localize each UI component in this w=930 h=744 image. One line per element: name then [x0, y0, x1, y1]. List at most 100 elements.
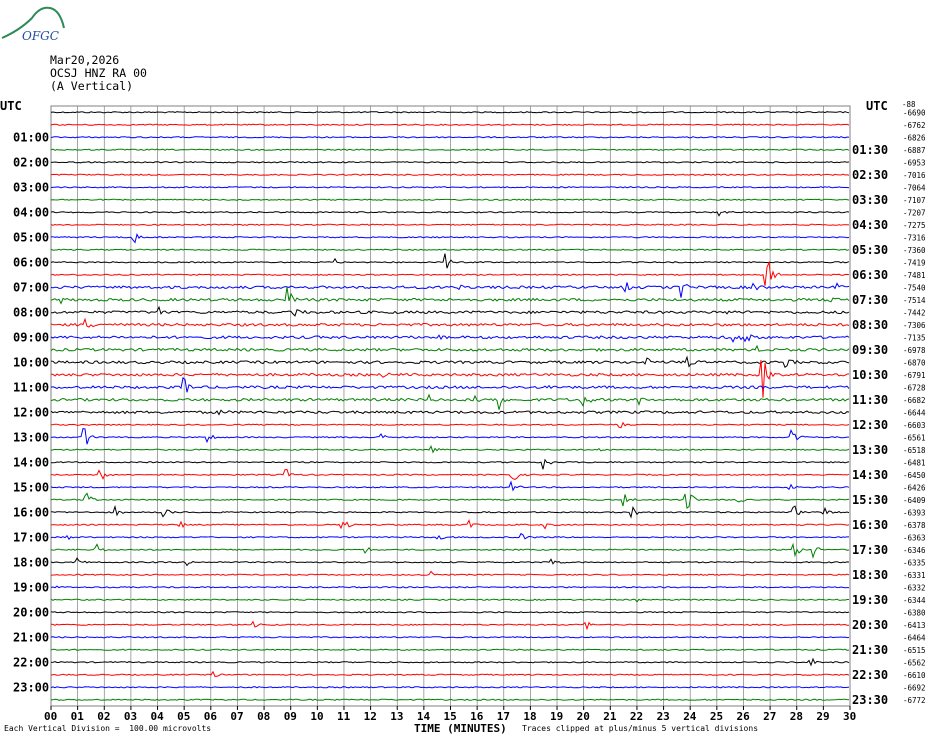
row-offset-label: -6380: [903, 608, 926, 617]
row-offset-label: -6378: [903, 521, 926, 530]
row-offset-label: -7275: [903, 221, 926, 230]
trace-line: [50, 636, 850, 639]
trace-line: [50, 136, 850, 139]
row-offset-label: -6426: [903, 483, 926, 492]
trace-line: [50, 287, 850, 305]
row-offset-label: -7419: [903, 258, 926, 267]
x-tick-label: 00: [44, 710, 57, 723]
row-offset-label: -6363: [903, 533, 926, 542]
x-tick-label: 30: [843, 710, 856, 723]
row-offset-label: -7306: [903, 321, 926, 330]
trace-line: [50, 344, 850, 352]
trace-line: [50, 253, 850, 269]
left-hour-label: 21:00: [13, 630, 49, 644]
x-tick-label: 26: [736, 710, 750, 723]
trace-line: [50, 557, 850, 567]
x-tick-label: 21: [603, 710, 617, 723]
right-hour-label: 13:30: [852, 443, 888, 457]
x-tick-label: 10: [310, 710, 323, 723]
row-offset-label: -6481: [903, 458, 926, 467]
trace-line: [50, 648, 850, 651]
right-hour-label: 17:30: [852, 543, 888, 557]
row-offset-label: -6393: [903, 508, 926, 517]
x-tick-label: 25: [710, 710, 723, 723]
right-hour-label: 12:30: [852, 418, 888, 432]
x-tick-label: 27: [763, 710, 776, 723]
x-tick-label: 29: [816, 710, 829, 723]
right-hour-label: 22:30: [852, 668, 888, 682]
left-hour-label: 02:00: [13, 155, 49, 169]
trace-line: [50, 393, 850, 410]
row-offset-label: -6409: [903, 496, 926, 505]
trace-line: [50, 492, 850, 510]
x-tick-label: 04: [151, 710, 165, 723]
right-hour-label: 05:30: [852, 243, 888, 257]
trace-line: [50, 282, 850, 298]
right-hour-label: 16:30: [852, 518, 888, 532]
right-utc-title: UTC: [866, 99, 888, 113]
left-hour-label: 22:00: [13, 655, 49, 669]
trace-line: [51, 305, 850, 317]
helicorder-plot: UTC UTC -88 01:0002:0003:0004:0005:0006:…: [0, 99, 926, 723]
row-offset-label: -6332: [903, 583, 926, 592]
row-offset-label: -7481: [903, 271, 926, 280]
row-offset-label: -7135: [903, 333, 926, 342]
row-offset-label: -6644: [903, 408, 926, 417]
trace-line: [50, 598, 849, 603]
left-hour-label: 16:00: [13, 505, 49, 519]
row-offset-label: -6518: [903, 446, 926, 455]
left-hour-label: 08:00: [13, 305, 49, 319]
axis-labels: UTC UTC -88 01:0002:0003:0004:0005:0006:…: [0, 99, 926, 723]
row-offset-label: -7107: [903, 196, 926, 205]
trace-line: [50, 148, 850, 151]
row-offset-label: -6728: [903, 383, 926, 392]
row-offset-label: -6335: [903, 558, 926, 567]
left-hour-label: 23:00: [13, 680, 49, 694]
trace-line: [50, 519, 850, 530]
trace-line: [50, 376, 850, 393]
x-tick-label: 09: [284, 710, 297, 723]
trace-line: [50, 409, 850, 416]
seismic-traces: [50, 111, 850, 701]
trace-line: [50, 223, 850, 226]
row-offset-label: -6953: [903, 158, 926, 167]
trace-line: [50, 421, 850, 429]
trace-line: [50, 123, 850, 126]
trace-line: [50, 686, 850, 689]
trace-line: [50, 620, 850, 631]
x-tick-label: 08: [257, 710, 270, 723]
right-hour-label: 19:30: [852, 593, 888, 607]
trace-line: [50, 260, 850, 286]
clip-note: Traces clipped at plus/minus 5 vertical …: [522, 724, 759, 733]
scale-note: Each Vertical Division = 100.00 microvol…: [4, 724, 212, 733]
row-offset-label: -6610: [903, 671, 926, 680]
row-offset-label: -6344: [903, 596, 926, 605]
right-hour-label: 20:30: [852, 618, 888, 632]
x-tick-label: 03: [124, 710, 137, 723]
left-hour-label: 03:00: [13, 180, 49, 194]
left-hour-label: 06:00: [13, 255, 49, 269]
right-hour-label: 07:30: [852, 293, 888, 307]
row-offset-label: -6603: [903, 421, 926, 430]
row-offset-label: -6682: [903, 396, 926, 405]
row-offset-label: -6692: [903, 683, 926, 692]
row-offset-label: -6887: [903, 146, 926, 155]
left-hour-label: 04:00: [13, 205, 49, 219]
right-hour-label: 01:30: [852, 143, 888, 157]
x-tick-label: 12: [364, 710, 377, 723]
row-offset-label: -6562: [903, 658, 926, 667]
row-offset-label: -6464: [903, 633, 926, 642]
x-axis-title: TIME (MINUTES): [414, 722, 507, 735]
x-tick-label: 20: [577, 710, 590, 723]
row-offset-label: -6515: [903, 646, 926, 655]
row-offset-label: -6346: [903, 546, 926, 555]
right-hour-label: 15:30: [852, 493, 888, 507]
trace-line: [50, 445, 850, 454]
trace-line: [50, 360, 850, 398]
right-hour-label: 21:30: [852, 643, 888, 657]
trace-line: [50, 111, 850, 114]
row-offset-label: -7316: [903, 233, 926, 242]
right-hour-label: 10:30: [852, 368, 888, 382]
right-hour-label: 18:30: [852, 568, 888, 582]
right-hour-label: 04:30: [852, 218, 888, 232]
